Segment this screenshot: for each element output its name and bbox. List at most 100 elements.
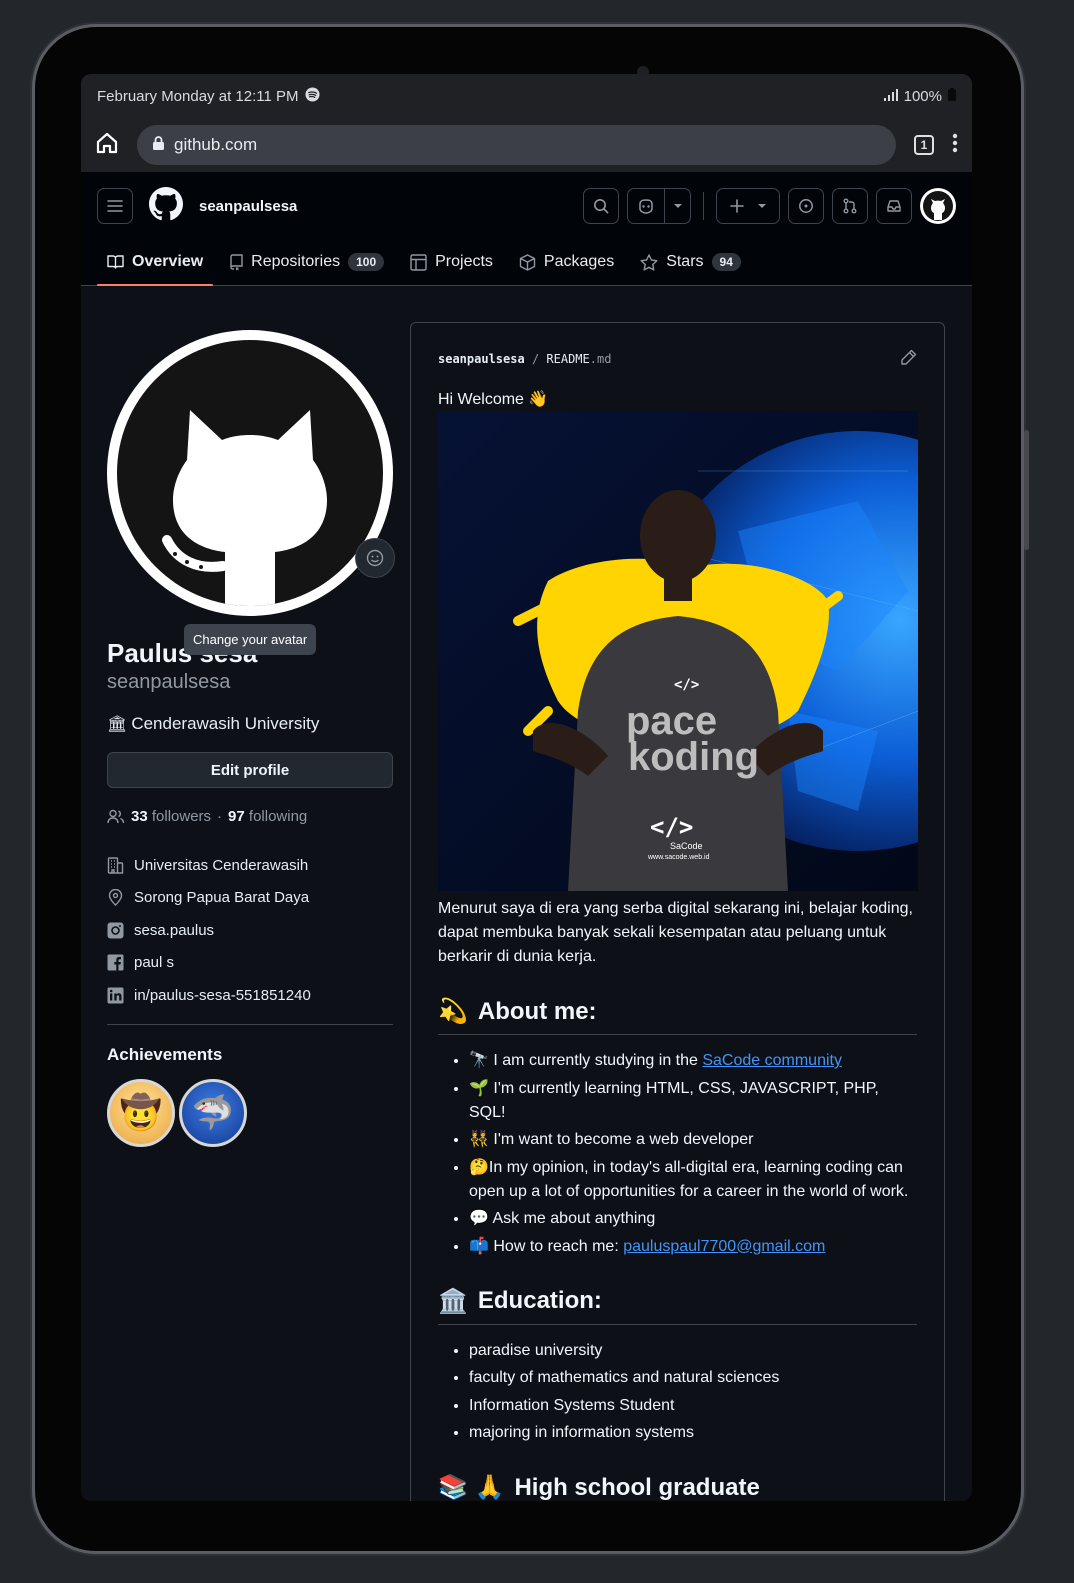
tab-packages[interactable]: Packages: [509, 253, 624, 285]
profile-banner-image: </> pace koding </> SaCode www.sacode.we…: [438, 411, 918, 891]
tab-label: Packages: [543, 253, 615, 270]
about-title: About me:: [477, 997, 597, 1025]
detail-facebook[interactable]: paul s: [107, 947, 393, 980]
list-item-text: How to reach me:: [493, 1237, 624, 1255]
header-divider: [703, 192, 704, 220]
profile-avatar[interactable]: [107, 330, 395, 616]
more-vert-icon[interactable]: [952, 133, 958, 158]
spotify-icon: [304, 86, 320, 106]
hamburger-menu-button[interactable]: [97, 188, 133, 224]
readme-file-link[interactable]: README: [546, 352, 589, 366]
list-item: Information Systems Student: [469, 1394, 917, 1418]
readme-repo-link[interactable]: seanpaulsesa: [438, 352, 525, 366]
banner-logo-top: </>: [674, 677, 700, 693]
email-link[interactable]: pauluspaul7700@gmail.com: [623, 1238, 825, 1255]
sidebar-divider: [107, 1023, 393, 1025]
following-label: following: [248, 808, 308, 825]
battery-icon: [948, 87, 956, 105]
list-item: 👯 I'm want to become a web developer: [469, 1128, 917, 1152]
list-item-text: I'm want to become a web developer: [493, 1131, 754, 1148]
detail-text: Sorong Papua Barat Daya: [134, 889, 310, 907]
detail-text: paul s: [134, 954, 175, 972]
search-button[interactable]: [583, 188, 619, 224]
pencil-icon[interactable]: [900, 349, 917, 369]
copilot-icon: [628, 189, 664, 223]
change-avatar-button[interactable]: [355, 538, 395, 578]
people-icon: [107, 809, 125, 824]
issues-button[interactable]: [788, 188, 824, 224]
octocat-icon: [117, 340, 383, 606]
detail-location: Sorong Papua Barat Daya: [107, 882, 393, 915]
followers-link[interactable]: 33 followers: [131, 808, 211, 825]
address-bar[interactable]: github.com: [137, 125, 896, 165]
octocat-icon: [923, 191, 953, 221]
github-header: seanpaulsesa: [81, 172, 972, 240]
tab-switcher-button[interactable]: 1: [914, 135, 934, 155]
sacode-community-link[interactable]: SaCode community: [702, 1052, 842, 1069]
signal-icon: [883, 88, 898, 105]
copilot-button[interactable]: [627, 188, 691, 224]
smiley-icon: [366, 549, 384, 567]
instagram-icon: [107, 922, 124, 939]
lock-icon: [153, 135, 164, 155]
package-icon: [519, 253, 536, 271]
banner-logo: </>: [650, 813, 694, 841]
list-item: majoring in information systems: [469, 1421, 917, 1445]
location-icon: [108, 889, 123, 907]
detail-text: sesa.paulus: [134, 921, 215, 939]
tab-overview[interactable]: Overview: [97, 253, 214, 286]
tab-repositories[interactable]: Repositories 100: [219, 253, 394, 285]
repo-icon: [230, 253, 243, 270]
path-separator: /: [531, 352, 540, 366]
about-heading: 💫 About me:: [438, 997, 917, 1035]
detail-linkedin[interactable]: in/paulus-sesa-551851240: [107, 979, 393, 1012]
banner-url: www.sacode.web.id: [648, 854, 710, 861]
detail-text: in/paulus-sesa-551851240: [134, 986, 311, 1004]
pull-requests-button[interactable]: [832, 188, 868, 224]
tab-stars[interactable]: Stars 94: [630, 253, 751, 285]
education-heading: 🏛️ Education:: [438, 1287, 917, 1325]
tab-projects[interactable]: Projects: [400, 253, 503, 285]
following-count: 97: [228, 808, 245, 825]
achievement-yolo-badge[interactable]: 🤠: [107, 1078, 175, 1147]
follow-stats: 33 followers · 97 following: [107, 808, 393, 825]
tab-label: Repositories: [251, 253, 341, 270]
detail-instagram[interactable]: sesa.paulus: [107, 914, 393, 947]
edit-profile-button[interactable]: Edit profile: [107, 752, 393, 788]
home-icon[interactable]: [95, 131, 119, 160]
facebook-icon: [107, 954, 124, 972]
repositories-count: 100: [348, 253, 385, 271]
plus-icon: [730, 199, 744, 213]
battery-level: 100%: [903, 87, 942, 105]
following-link[interactable]: 97 following: [228, 808, 307, 825]
book-icon: [107, 255, 124, 269]
thinking-face-icon: 🤔: [469, 1158, 489, 1176]
profile-details: Universitas Cenderawasih Sorong Papua Ba…: [107, 849, 393, 1012]
github-logo-icon[interactable]: [149, 186, 183, 226]
bio-text: Cenderawasih University: [131, 714, 320, 733]
dizzy-icon: 💫: [438, 998, 468, 1025]
list-item: paradise university: [469, 1339, 917, 1363]
browser-toolbar: github.com 1: [81, 118, 972, 172]
star-icon: [640, 253, 658, 271]
high-school-title: High school graduate: [514, 1473, 760, 1501]
status-bar: February Monday at 12:11 PM 100%: [81, 74, 972, 118]
pull-request-icon: [843, 198, 857, 214]
cowboy-face-icon: 🤠: [119, 1093, 163, 1132]
issue-icon: [799, 199, 813, 213]
banner-brand-line1: pace: [626, 699, 718, 743]
list-item: faculty of mathematics and natural scien…: [469, 1366, 917, 1390]
mailbox-icon: 📫: [469, 1237, 489, 1255]
create-new-button[interactable]: [716, 188, 780, 224]
chevron-down-icon[interactable]: [664, 189, 690, 223]
readme-path: seanpaulsesa / README.md: [438, 352, 611, 366]
education-title: Education:: [477, 1287, 602, 1314]
status-time: February Monday at 12:11 PM: [97, 87, 299, 105]
achievement-pull-shark-badge[interactable]: 🦈: [179, 1078, 247, 1147]
list-item-text: I am currently studying in the: [493, 1052, 703, 1069]
profile-username: seanpaulsesa: [107, 671, 231, 693]
inbox-button[interactable]: [876, 188, 912, 224]
user-avatar[interactable]: [920, 188, 956, 224]
header-username[interactable]: seanpaulsesa: [199, 198, 297, 215]
telescope-icon: 🔭: [469, 1052, 489, 1069]
